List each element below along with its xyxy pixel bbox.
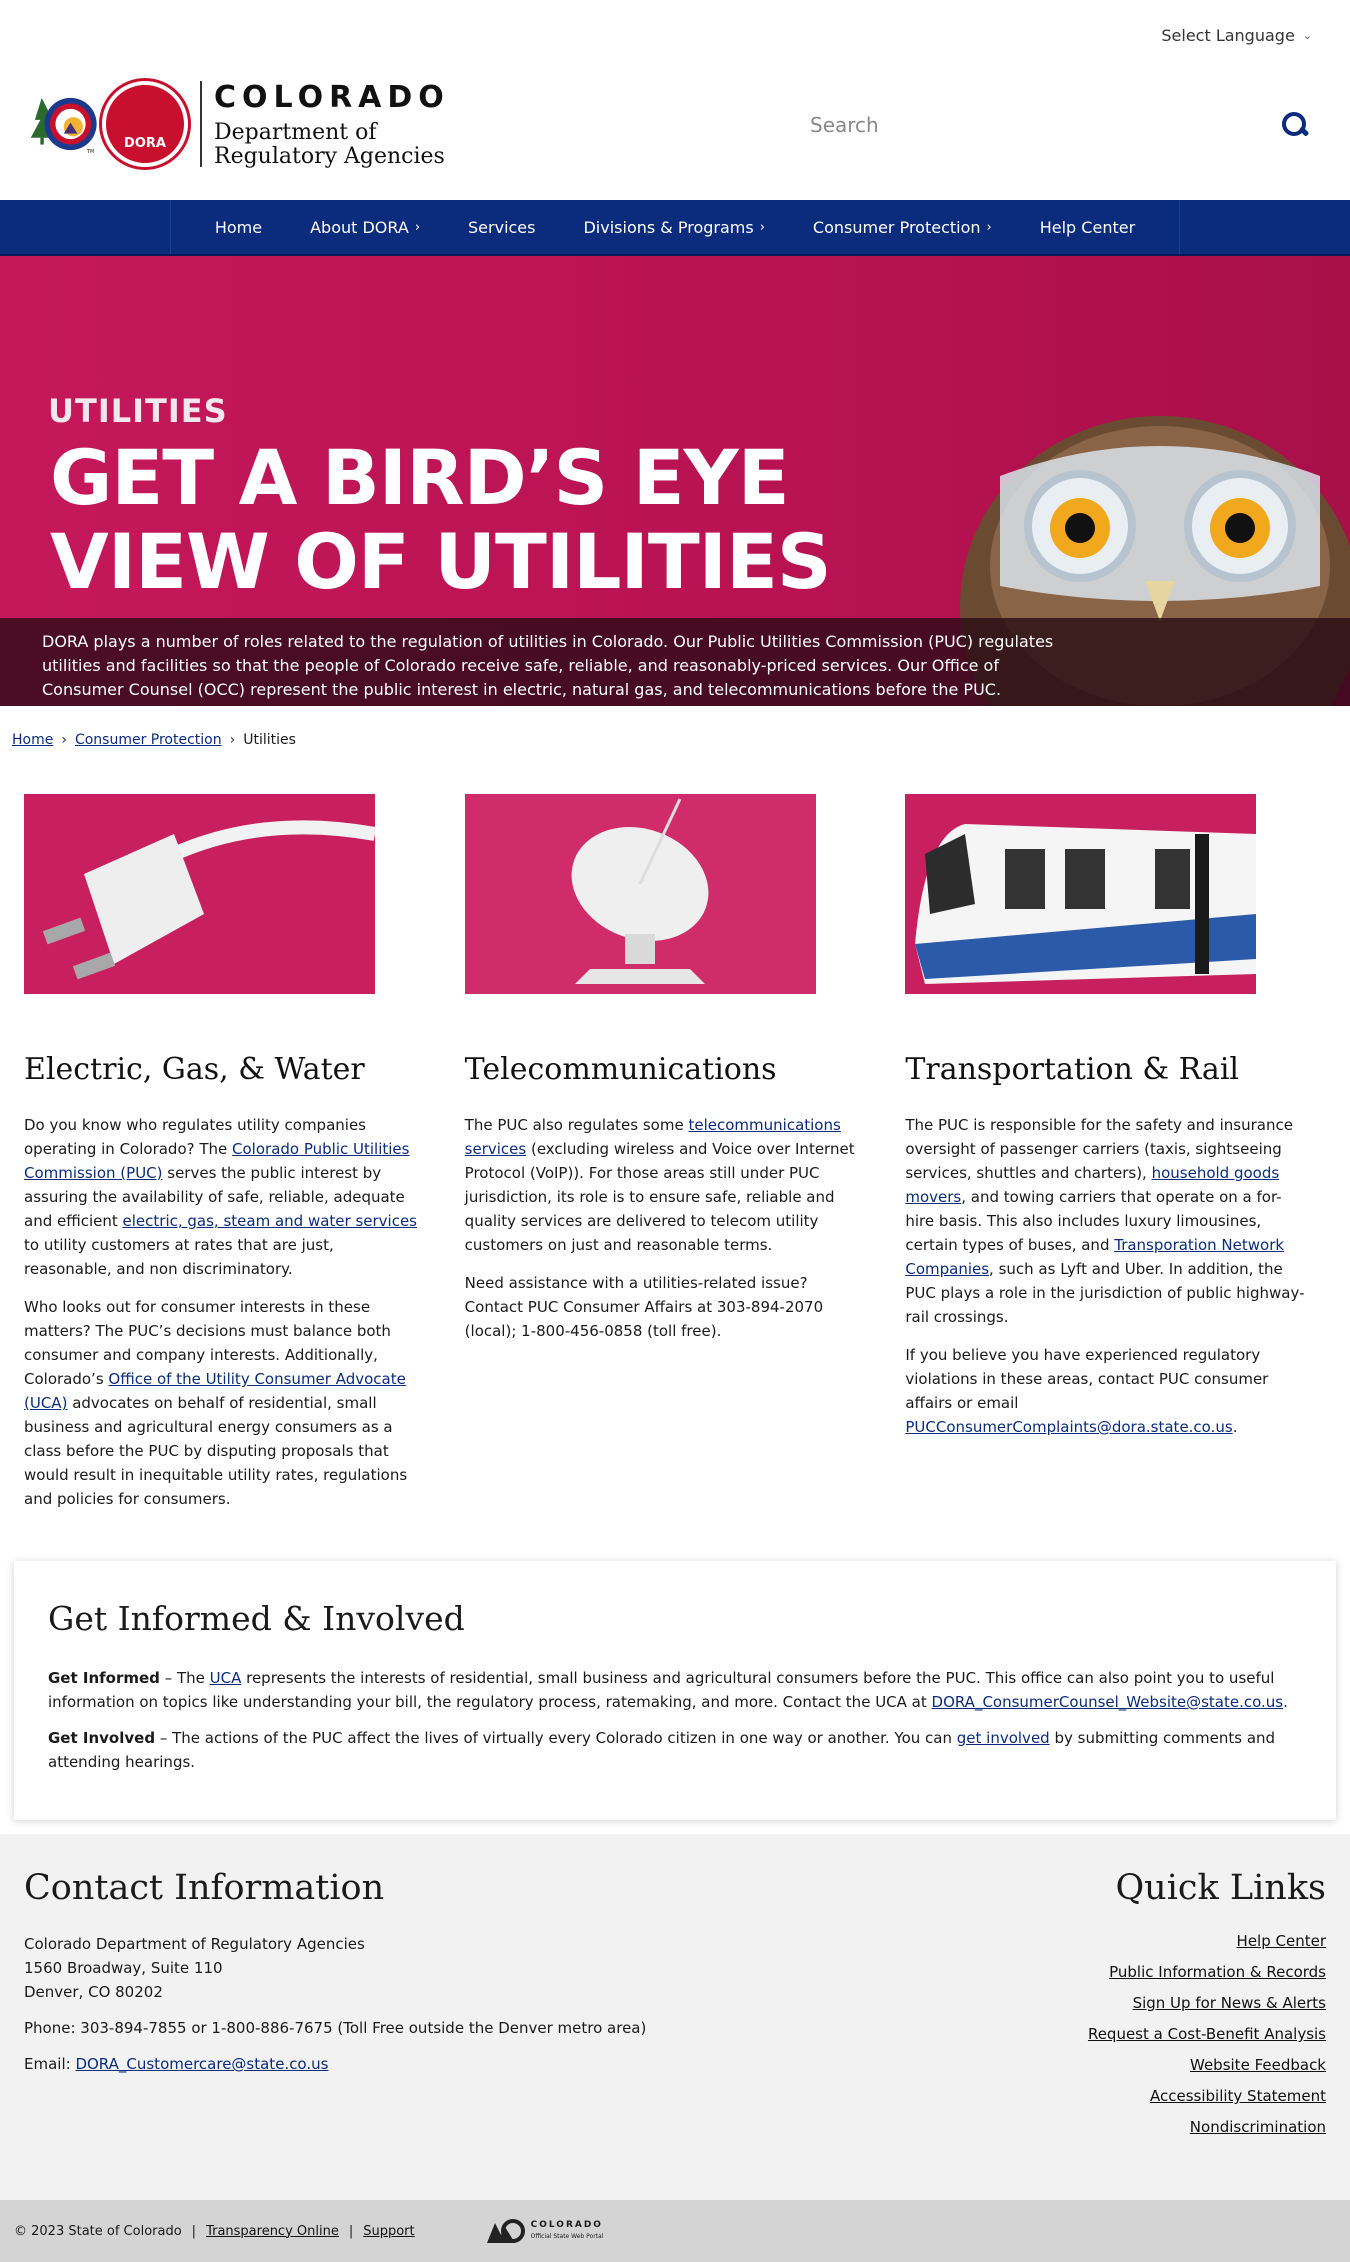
card-paragraph: The PUC is responsible for the safety an… — [905, 1116, 1305, 1326]
tram-image — [905, 794, 1257, 994]
utility-services-link[interactable]: electric, gas, steam and water services — [123, 1212, 417, 1230]
card-paragraph: The PUC also regulates some telecommunic… — [464, 1116, 855, 1254]
quick-link-accessibility[interactable]: Accessibility Statement — [1150, 2087, 1326, 2105]
nav-item-home[interactable]: Home — [191, 218, 286, 237]
uca-link[interactable]: UCA — [210, 1669, 242, 1687]
quick-link-website-feedback[interactable]: Website Feedback — [1190, 2056, 1326, 2074]
breadcrumb-home[interactable]: Home — [12, 732, 53, 748]
hero-banner: UTILITIES GET A BIRD’S EYE VIEW OF UTILI… — [0, 256, 1350, 706]
breadcrumb-current: Utilities — [243, 732, 296, 748]
informed-paragraph: Get Informed – The UCA represents the in… — [48, 1669, 1288, 1711]
card-paragraph: Who looks out for consumer interests in … — [24, 1298, 408, 1508]
quick-links-title: Quick Links — [1115, 1868, 1326, 1908]
quick-link-sign-up[interactable]: Sign Up for News & Alerts — [1133, 1994, 1326, 2012]
support-link[interactable]: Support — [363, 2224, 414, 2239]
main-nav: Home About DORA › Services Divisions & P… — [0, 200, 1350, 256]
address: Colorado Department of Regulatory Agenci… — [24, 1935, 365, 2001]
satellite-dish-image — [464, 794, 816, 994]
card-telecom: Telecommunications The PUC also regulate… — [455, 794, 896, 1525]
separator: | — [191, 2223, 197, 2239]
site-header: Select Language ⌄ TM DORA COLORADO Depar… — [0, 0, 1350, 256]
copyright: © 2023 State of Colorado — [14, 2223, 182, 2239]
nav-item-divisions[interactable]: Divisions & Programs › — [559, 218, 788, 237]
logo-dept-line1: Department of — [214, 119, 377, 145]
quick-links-list: Help Center Public Information & Records… — [1088, 1932, 1326, 2136]
search-input[interactable] — [810, 113, 1230, 137]
language-selector[interactable]: Select Language ⌄ — [1161, 26, 1312, 45]
separator: | — [348, 2223, 354, 2239]
chevron-right-icon: › — [759, 219, 765, 235]
state-portal-logo[interactable]: COLORADO Official State Web Portal — [485, 2217, 604, 2245]
tm-mark: TM — [86, 149, 94, 155]
card-paragraph: Do you know who regulates utility compan… — [24, 1116, 418, 1278]
hero-headline: GET A BIRD’S EYE VIEW OF UTILITIES — [50, 433, 832, 606]
quick-link-public-information[interactable]: Public Information & Records — [1109, 1963, 1326, 1981]
utility-cards: Electric, Gas, & Water Do you know who r… — [0, 774, 1350, 1525]
breadcrumb: Home › Consumer Protection › Utilities — [0, 706, 1350, 774]
nav-label: Help Center — [1039, 217, 1136, 237]
card-title: Electric, Gas, & Water — [24, 1052, 365, 1087]
nav-label: Home — [214, 217, 263, 237]
consumer-counsel-email-link[interactable]: DORA_ConsumerCounsel_Website@state.co.us — [932, 1693, 1284, 1711]
section-title: Get Informed & Involved — [48, 1599, 465, 1638]
card-transport: Transportation & Rail The PUC is respons… — [895, 794, 1336, 1525]
hero-headline-line1: GET A BIRD’S EYE — [50, 433, 790, 522]
logo-divider — [200, 81, 202, 167]
colorado-portal-icon — [486, 2219, 525, 2243]
site-footer: Contact Information Colorado Department … — [0, 1834, 1350, 2200]
nav-item-about-dora[interactable]: About DORA › — [286, 218, 444, 237]
phone: Phone: 303-894-7855 or 1-800-886-7675 (T… — [24, 2019, 647, 2037]
hero-caption-text: DORA plays a number of roles related to … — [42, 632, 1054, 699]
nav-item-consumer-protection[interactable]: Consumer Protection › — [789, 218, 1016, 237]
power-plug-image — [24, 794, 377, 994]
portal-text: COLORADO Official State Web Portal — [530, 2220, 604, 2240]
breadcrumb-separator: › — [61, 732, 67, 748]
logo-dept-line2: Regulatory Agencies — [214, 143, 445, 169]
nav-label: Consumer Protection — [812, 217, 981, 237]
nav-item-help-center[interactable]: Help Center — [1016, 218, 1159, 237]
nav-label: Divisions & Programs — [583, 217, 754, 237]
transparency-link[interactable]: Transparency Online — [206, 2224, 339, 2239]
nav-item-services[interactable]: Services — [444, 218, 559, 237]
get-informed-panel: Get Informed & Involved Get Informed – T… — [14, 1561, 1336, 1820]
logo-state: COLORADO — [214, 79, 450, 115]
get-involved-link[interactable]: get involved — [957, 1729, 1050, 1747]
involved-paragraph: Get Involved – The actions of the PUC af… — [48, 1729, 1276, 1771]
breadcrumb-consumer-protection[interactable]: Consumer Protection — [75, 732, 222, 748]
nav-label: Services — [468, 217, 536, 237]
breadcrumb-separator: › — [229, 732, 236, 748]
card-paragraph: If you believe you have experienced regu… — [905, 1346, 1269, 1436]
dora-logo[interactable]: TM DORA COLORADO Department of Regulator… — [28, 78, 450, 170]
nav-label: About DORA — [310, 217, 409, 237]
header-top: Select Language ⌄ TM DORA COLORADO Depar… — [0, 0, 1350, 200]
search-icon[interactable] — [1280, 110, 1310, 140]
email: Email: DORA_Customercare@state.co.us — [24, 2055, 329, 2073]
puc-complaints-email-link[interactable]: PUCConsumerComplaints@dora.state.co.us — [905, 1418, 1232, 1436]
language-label: Select Language — [1161, 26, 1295, 45]
hero-caption: DORA plays a number of roles related to … — [0, 618, 1350, 706]
logo-words: COLORADO Department of Regulatory Agenci… — [214, 80, 450, 169]
search-bar — [810, 110, 1310, 140]
quick-links: Quick Links Help Center Public Informati… — [1088, 1868, 1326, 2180]
hero-headline-line2: VIEW OF UTILITIES — [50, 517, 832, 606]
customercare-email-link[interactable]: DORA_Customercare@state.co.us — [75, 2055, 328, 2073]
badge-label: DORA — [124, 136, 166, 151]
quick-link-cost-benefit[interactable]: Request a Cost-Benefit Analysis — [1088, 2025, 1326, 2043]
chevron-right-icon: › — [986, 219, 992, 235]
card-title: Transportation & Rail — [905, 1052, 1240, 1087]
quick-link-nondiscrimination[interactable]: Nondiscrimination — [1190, 2118, 1326, 2136]
contact-info: Contact Information Colorado Department … — [24, 1868, 646, 2180]
chevron-down-icon: ⌄ — [1302, 29, 1312, 42]
contact-title: Contact Information — [24, 1868, 385, 1908]
bottom-bar: © 2023 State of Colorado | Transparency … — [0, 2200, 1350, 2262]
card-electric: Electric, Gas, & Water Do you know who r… — [14, 794, 455, 1525]
card-paragraph: Need assistance with a utilities-related… — [464, 1274, 824, 1340]
dora-badge: DORA — [102, 81, 188, 167]
chevron-right-icon: › — [414, 219, 421, 235]
nav-list: Home About DORA › Services Divisions & P… — [169, 200, 1181, 254]
hero-kicker: UTILITIES — [48, 392, 228, 430]
card-title: Telecommunications — [464, 1052, 777, 1087]
colorado-tree-logo-icon: TM — [30, 97, 97, 155]
quick-link-help-center[interactable]: Help Center — [1237, 1932, 1326, 1950]
